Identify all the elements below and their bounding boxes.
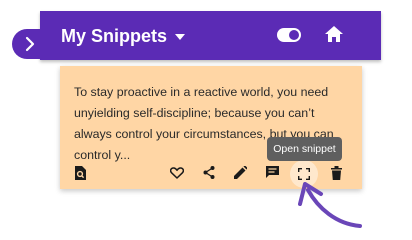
heart-outline-icon[interactable] bbox=[170, 167, 184, 179]
share-icon[interactable] bbox=[203, 166, 215, 179]
document-search-icon[interactable] bbox=[74, 166, 86, 180]
expand-sidebar-button[interactable] bbox=[12, 29, 60, 59]
open-snippet-tooltip: Open snippet bbox=[267, 137, 342, 161]
comment-icon[interactable] bbox=[266, 166, 279, 179]
home-icon[interactable] bbox=[325, 26, 343, 42]
pencil-icon[interactable] bbox=[234, 166, 247, 179]
toggle-knob bbox=[289, 30, 299, 40]
page-title: My Snippets bbox=[61, 25, 168, 46]
collection-selector[interactable]: My Snippets bbox=[61, 25, 186, 47]
chevron-right-icon bbox=[25, 36, 35, 52]
caret-down-icon bbox=[175, 34, 186, 40]
curved-arrow-icon bbox=[298, 182, 362, 228]
theme-toggle[interactable] bbox=[277, 28, 301, 42]
